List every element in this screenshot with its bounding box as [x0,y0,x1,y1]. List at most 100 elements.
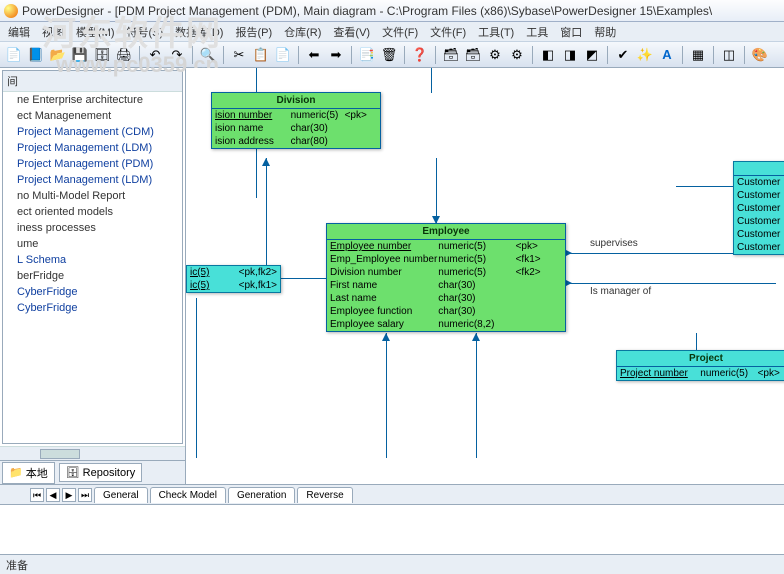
menu-tools1[interactable]: 工具(T) [472,22,520,42]
nav-back-icon[interactable]: ⬅ [304,45,324,65]
new-icon[interactable]: 📄 [4,45,24,65]
titlebar: PowerDesigner - [PDM Project Management … [0,0,784,22]
save-icon[interactable]: 💾 [70,45,90,65]
help-icon[interactable]: ❓ [410,45,430,65]
db-icon[interactable]: 🗃 [441,45,461,65]
output-panel [0,504,784,554]
rel-label-supervises: supervises [590,238,638,249]
gen-icon[interactable]: ⚙ [485,45,505,65]
print-icon[interactable]: 🖨 [114,45,134,65]
relation-line [386,333,387,458]
model2-icon[interactable]: ◨ [560,45,580,65]
tree-item[interactable]: L Schema [3,252,182,268]
model3-icon[interactable]: ◩ [582,45,602,65]
tab-general[interactable]: General [94,487,148,503]
diagram-canvas[interactable]: supervises Is manager of Subcontract Div… [186,68,784,484]
tree-item[interactable]: ect Managenement [3,108,182,124]
tab-local[interactable]: 📁本地 [2,462,55,484]
tree-item[interactable]: iness processes [3,220,182,236]
tab-nav-prev[interactable]: ◀ [46,488,60,502]
arrow-icon [382,333,390,341]
relation-line [196,298,197,458]
window-title: PowerDesigner - [PDM Project Management … [22,4,712,18]
tree-item[interactable]: Project Management (LDM) [3,140,182,156]
sep [435,46,436,64]
entity-division[interactable]: Division ision numbernumeric(5)<pk> isio… [211,92,381,149]
rel-label-ismgr: Is manager of [590,286,651,297]
sep [192,46,193,64]
menu-database[interactable]: 数据库(D) [169,22,229,42]
copy-icon[interactable]: 📋 [251,45,271,65]
main-area: 间 ne Enterprise architecture ect Managen… [0,68,784,484]
tree-item[interactable]: ume [3,236,182,252]
menu-view2[interactable]: 查看(V) [327,22,376,42]
menu-file2[interactable]: 文件(F) [424,22,472,42]
db2-icon[interactable]: 🗃 [463,45,483,65]
check-icon[interactable]: ✔ [613,45,633,65]
menu-tools2[interactable]: 工具 [520,22,554,42]
relation-line [476,333,477,458]
undo-icon[interactable]: ↶ [145,45,165,65]
entity-title: Employee [327,224,565,240]
menu-view[interactable]: 视图 [36,22,70,42]
diagram-icon[interactable]: ◫ [719,45,739,65]
menu-help[interactable]: 帮助 [588,22,622,42]
tree-item[interactable]: Project Management (CDM) [3,124,182,140]
entity-project[interactable]: Project Project numbernumeric(5)<pk> [616,350,784,381]
nav-fwd-icon[interactable]: ➡ [326,45,346,65]
tab-nav-first[interactable]: ⏮ [30,488,44,502]
menu-window[interactable]: 窗口 [554,22,588,42]
entity-customer[interactable]: Customer Customer Customer Customer Cust… [733,161,784,255]
text-icon[interactable]: A [657,45,677,65]
open-icon[interactable]: 📂 [48,45,68,65]
arrow-icon [472,333,480,341]
properties-icon[interactable]: 📑 [357,45,377,65]
menu-symbol[interactable]: 符号(S) [121,22,170,42]
entity-employee[interactable]: Employee Employee numbernumeric(5)<pk> E… [326,223,566,332]
gen2-icon[interactable]: ⚙ [507,45,527,65]
tree-item[interactable]: ne Enterprise architecture [3,92,182,108]
model-browser[interactable]: 间 ne Enterprise architecture ect Managen… [2,70,183,444]
entity-title [734,162,784,176]
tree-item[interactable]: no Multi-Model Report [3,188,182,204]
tab-nav-next[interactable]: ▶ [62,488,76,502]
status-text: 准备 [6,560,28,572]
menu-model[interactable]: 模型(M) [70,22,121,42]
tab-nav-last[interactable]: ⏭ [78,488,92,502]
cut-icon[interactable]: ✂ [229,45,249,65]
sep [744,46,745,64]
palette-icon[interactable]: 🎨 [750,45,770,65]
tree-item[interactable]: CyberFridge [3,300,182,316]
delete-icon[interactable]: 🗑 [379,45,399,65]
saveall-icon[interactable]: 🗄 [92,45,112,65]
menu-file1[interactable]: 文件(F) [376,22,424,42]
tree-item[interactable]: CyberFridge [3,284,182,300]
tab-generation[interactable]: Generation [228,487,295,503]
tree-item[interactable]: ect oriented models [3,204,182,220]
tree-item[interactable]: berFridge [3,268,182,284]
wand-icon[interactable]: ✨ [635,45,655,65]
entity-title: Project [617,351,784,367]
tab-reverse[interactable]: Reverse [297,487,352,503]
menu-repository[interactable]: 仓库(R) [278,22,327,42]
statusbar: 准备 [0,554,784,574]
output-tabs: ⏮ ◀ ▶ ⏭ General Check Model Generation R… [0,484,784,504]
sep [607,46,608,64]
sidebar-hscroll[interactable] [0,446,185,460]
menubar: 编辑 视图 模型(M) 符号(S) 数据库(D) 报告(P) 仓库(R) 查看(… [0,22,784,42]
tree-item[interactable]: Project Management (LDM) [3,172,182,188]
tab-repository[interactable]: 🗄Repository [59,463,143,482]
relation-line [431,68,432,93]
entity-fragment[interactable]: ic(5)<pk,fk2> ic(5)<pk,fk1> [186,265,281,293]
sql-icon[interactable]: ▦ [688,45,708,65]
paste-icon[interactable]: 📄 [273,45,293,65]
redo-icon[interactable]: ↷ [167,45,187,65]
menu-report[interactable]: 报告(P) [229,22,278,42]
tree-item[interactable]: Project Management (PDM) [3,156,182,172]
menu-edit[interactable]: 编辑 [2,22,36,42]
model1-icon[interactable]: ◧ [538,45,558,65]
find-icon[interactable]: 🔍 [198,45,218,65]
entity-title: Division [212,93,380,109]
project-icon[interactable]: 📘 [26,45,46,65]
tab-checkmodel[interactable]: Check Model [150,487,226,503]
